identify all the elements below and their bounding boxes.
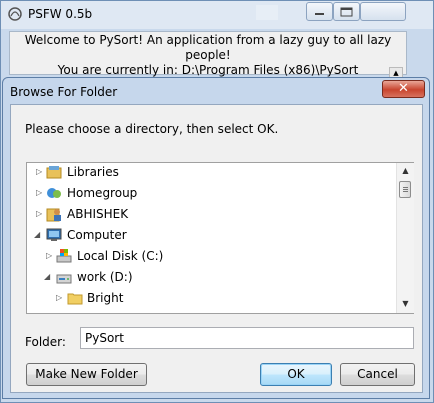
tree-item-label: work (D:) <box>77 270 133 284</box>
close-icon: ✕ <box>398 81 409 96</box>
collapse-arrow-icon[interactable]: ◢ <box>44 272 54 282</box>
folder-tree[interactable]: ▷ Libraries ▷ Homegroup ▷ ABHISHEK ◢ Com… <box>26 162 414 314</box>
dialog-body: Please choose a directory, then select O… <box>10 104 423 393</box>
dialog-close-button[interactable]: ✕ <box>382 80 425 98</box>
tree-item-label: ABHISHEK <box>67 207 129 221</box>
tree-item-label: Bright <box>87 291 124 305</box>
tree-item-local-disk[interactable]: ▷ Local Disk (C:) <box>27 247 395 267</box>
tree-item-label: Computer <box>67 228 127 242</box>
scroll-up-arrow-icon[interactable]: ▲ <box>399 165 412 177</box>
welcome-panel: Welcome to PySort! An application from a… <box>9 31 407 77</box>
ok-button[interactable]: OK <box>260 363 332 386</box>
tree-item-label: Libraries <box>67 165 119 179</box>
dialog-title: Browse For Folder <box>10 85 118 99</box>
user-folder-icon <box>46 208 61 222</box>
tree-item-label: Local Disk (C:) <box>77 249 164 263</box>
make-new-folder-button[interactable]: Make New Folder <box>26 363 147 386</box>
minimize-icon <box>315 13 324 15</box>
homegroup-icon <box>47 188 61 198</box>
expand-arrow-icon[interactable]: ▷ <box>56 293 66 303</box>
dialog-titlebar: Browse For Folder ✕ <box>3 78 429 104</box>
current-location-text: You are currently in: D:\Program Files (… <box>57 63 359 77</box>
tree-item-homegroup[interactable]: ▷ Homegroup <box>27 184 395 204</box>
app-title: PSFW 0.5b <box>28 7 93 21</box>
tree-scrollbar[interactable]: ▲ ▼ <box>396 163 414 313</box>
app-close-button[interactable] <box>360 2 406 21</box>
scroll-down-arrow-icon[interactable]: ▼ <box>399 298 412 310</box>
scroll-thumb[interactable] <box>399 181 411 198</box>
libraries-icon <box>46 166 62 179</box>
expand-arrow-icon[interactable]: ▷ <box>36 167 46 177</box>
tree-item-libraries[interactable]: ▷ Libraries <box>27 163 395 183</box>
expand-arrow-icon[interactable]: ▷ <box>46 251 56 261</box>
expand-arrow-icon[interactable]: ▷ <box>36 188 46 198</box>
collapse-arrow-icon[interactable]: ◢ <box>34 230 44 240</box>
app-icon <box>8 7 22 21</box>
welcome-text: Welcome to PySort! An application from a… <box>24 33 392 62</box>
folder-label: Folder: <box>25 335 66 349</box>
app-titlebar: PSFW 0.5b <box>1 1 433 29</box>
expand-arrow-icon[interactable]: ▷ <box>36 209 46 219</box>
folder-icon <box>67 293 83 305</box>
folder-input[interactable] <box>80 327 414 349</box>
local-disk-icon <box>56 249 72 263</box>
tree-item-work-drive[interactable]: ◢ work (D:) <box>27 268 395 288</box>
tree-item-user[interactable]: ▷ ABHISHEK <box>27 205 395 225</box>
dialog-instruction: Please choose a directory, then select O… <box>25 122 279 136</box>
tree-item-label: Homegroup <box>67 186 138 200</box>
maximize-button[interactable] <box>333 2 360 21</box>
minimize-button[interactable] <box>306 2 333 21</box>
app-ghost-control <box>256 5 278 20</box>
drive-icon <box>56 274 72 284</box>
computer-icon <box>46 228 62 241</box>
browse-for-folder-dialog: Browse For Folder ✕ Please choose a dire… <box>2 77 430 399</box>
tree-item-bright[interactable]: ▷ Bright <box>27 289 395 309</box>
restore-icon <box>340 7 353 17</box>
tree-item-computer[interactable]: ◢ Computer <box>27 226 395 246</box>
cancel-button[interactable]: Cancel <box>340 363 415 386</box>
